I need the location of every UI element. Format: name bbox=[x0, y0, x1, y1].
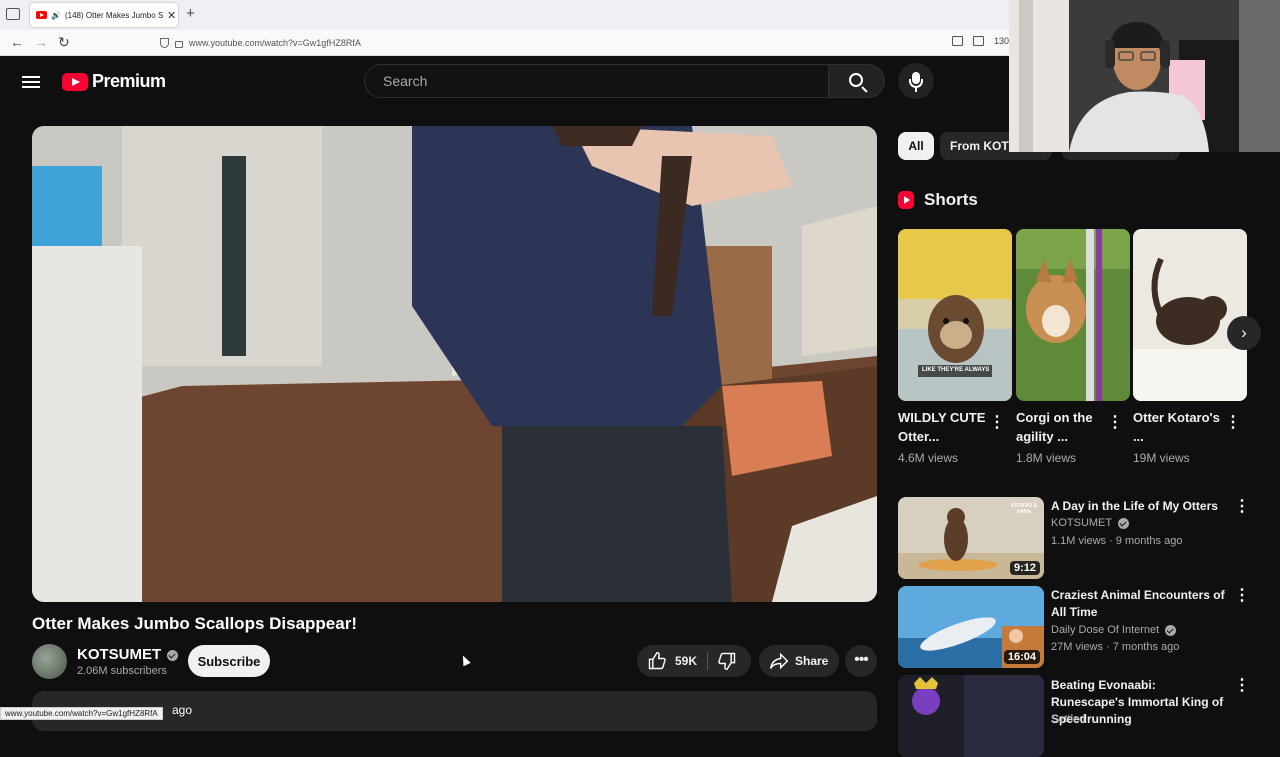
like-divider bbox=[707, 652, 708, 670]
related-thumb-text: KOTARO & HANA bbox=[1010, 503, 1038, 515]
webcam-image bbox=[1009, 0, 1280, 152]
share-icon bbox=[769, 652, 789, 670]
related-thumbnail-image bbox=[898, 675, 1044, 757]
description-text: ago bbox=[172, 703, 193, 717]
youtube-play-icon bbox=[62, 72, 88, 91]
search-box[interactable] bbox=[364, 64, 829, 98]
share-button[interactable]: Share bbox=[759, 645, 839, 677]
video-duration: 9:12 bbox=[1009, 561, 1040, 575]
short-thumbnail[interactable] bbox=[1016, 229, 1130, 401]
shield-icon[interactable] bbox=[160, 38, 169, 48]
verified-icon bbox=[167, 649, 179, 661]
browser-tab[interactable]: 🔊 (148) Otter Makes Jumbo S ✕ bbox=[30, 3, 178, 27]
related-options-icon[interactable]: ⋮ bbox=[1234, 678, 1250, 695]
mouse-cursor-icon bbox=[459, 653, 471, 667]
channel-name-text[interactable]: KOTSUMET bbox=[77, 646, 161, 663]
short-options-icon[interactable]: ⋮ bbox=[1225, 415, 1241, 432]
related-meta: 27M views · 7 months ago bbox=[1051, 641, 1180, 653]
channel-avatar[interactable] bbox=[32, 644, 67, 679]
shorts-icon bbox=[898, 191, 914, 209]
like-button[interactable]: 59K bbox=[647, 651, 697, 671]
related-thumbnail[interactable]: KOTARO & HANA 9:12 bbox=[898, 497, 1044, 579]
zoom-level[interactable]: 130 bbox=[994, 36, 1009, 46]
url-text[interactable]: www.youtube.com/watch?v=Gw1gfHZ8RfA bbox=[189, 38, 361, 48]
search-icon bbox=[849, 73, 863, 87]
lock-icon[interactable] bbox=[175, 41, 183, 48]
reload-icon[interactable]: ↻ bbox=[58, 34, 70, 51]
shorts-heading-text: Shorts bbox=[924, 190, 978, 209]
related-title[interactable]: Craziest Animal Encounters of All Time bbox=[1051, 587, 1226, 621]
related-options-icon[interactable]: ⋮ bbox=[1234, 588, 1250, 605]
subscriber-count: 2.06M subscribers bbox=[77, 665, 167, 677]
short-options-icon[interactable]: ⋮ bbox=[1107, 415, 1123, 432]
video-title: Otter Makes Jumbo Scallops Disappear! bbox=[32, 614, 357, 633]
shorts-next-button[interactable]: › bbox=[1227, 316, 1261, 350]
youtube-logo[interactable]: Premium bbox=[62, 71, 166, 92]
related-channel[interactable]: Daily Dose Of Internet bbox=[1051, 624, 1177, 636]
short-views: 4.6M views bbox=[898, 451, 959, 465]
like-dislike-bar: 59K bbox=[637, 645, 751, 677]
reader-view-icon[interactable] bbox=[973, 36, 984, 46]
address-bar[interactable]: www.youtube.com/watch?v=Gw1gfHZ8RfA bbox=[154, 33, 1004, 53]
youtube-favicon-icon bbox=[36, 11, 47, 19]
short-views: 1.8M views bbox=[1016, 451, 1077, 465]
voice-search-button[interactable] bbox=[898, 63, 934, 99]
menu-icon[interactable] bbox=[22, 73, 40, 89]
speaker-icon[interactable]: 🔊 bbox=[51, 11, 61, 20]
tab-list-icon[interactable] bbox=[6, 8, 20, 20]
picture-in-picture-icon[interactable] bbox=[952, 36, 963, 46]
short-thumbnail-image bbox=[898, 229, 1012, 401]
share-label: Share bbox=[795, 654, 829, 668]
microphone-base bbox=[915, 88, 917, 92]
dislike-button[interactable] bbox=[717, 651, 737, 676]
related-thumbnail[interactable] bbox=[898, 675, 1044, 757]
like-count: 59K bbox=[675, 654, 698, 668]
tab-title: (148) Otter Makes Jumbo S bbox=[64, 10, 163, 20]
short-thumbnail[interactable] bbox=[1133, 229, 1247, 401]
thumbs-down-icon bbox=[718, 652, 736, 671]
shorts-heading: Shorts bbox=[898, 190, 978, 210]
short-thumbnail[interactable]: LIKE THEY'RE ALWAYS bbox=[898, 229, 1012, 401]
short-options-icon[interactable]: ⋮ bbox=[989, 415, 1005, 432]
related-channel-text[interactable]: Daily Dose Of Internet bbox=[1051, 624, 1159, 636]
status-bar-url: www.youtube.com/watch?v=Gw1gfHZ8RfA bbox=[0, 707, 163, 720]
related-channel[interactable]: KOTSUMET bbox=[1051, 517, 1130, 529]
close-tab-icon[interactable]: ✕ bbox=[167, 9, 176, 22]
new-tab-button[interactable]: + bbox=[186, 5, 195, 22]
logo-text: Premium bbox=[92, 71, 166, 91]
forward-icon[interactable]: → bbox=[34, 34, 48, 50]
short-views: 19M views bbox=[1133, 451, 1190, 465]
browser-toolbar-right: 130 bbox=[952, 36, 1009, 46]
more-actions-button[interactable]: ••• bbox=[845, 645, 877, 677]
verified-icon bbox=[1165, 624, 1177, 636]
short-title[interactable]: Corgi on the agility ... bbox=[1016, 408, 1108, 446]
search-input[interactable] bbox=[381, 72, 828, 90]
related-channel-text[interactable]: KOTSUMET bbox=[1051, 517, 1112, 529]
video-player[interactable] bbox=[32, 126, 877, 602]
short-thumbnail-image bbox=[1133, 229, 1247, 401]
short-title[interactable]: WILDLY CUTE Otter... bbox=[898, 408, 990, 446]
back-icon[interactable]: ← bbox=[10, 34, 24, 50]
microphone-stand bbox=[909, 79, 923, 88]
chip-all[interactable]: All bbox=[898, 132, 934, 160]
webcam-overlay bbox=[1009, 0, 1280, 152]
related-thumbnail[interactable]: 16:04 bbox=[898, 586, 1044, 668]
video-frame bbox=[32, 126, 877, 602]
related-meta: 1.1M views · 9 months ago bbox=[1051, 535, 1183, 547]
verified-icon bbox=[1118, 517, 1130, 529]
search-button[interactable] bbox=[829, 64, 885, 98]
related-channel[interactable]: Settled bbox=[1051, 713, 1085, 725]
related-options-icon[interactable]: ⋮ bbox=[1234, 499, 1250, 516]
subscribe-button[interactable]: Subscribe bbox=[188, 645, 270, 677]
short-caption: LIKE THEY'RE ALWAYS bbox=[922, 367, 990, 373]
chevron-right-icon: › bbox=[1241, 323, 1247, 342]
short-thumbnail-image bbox=[1016, 229, 1130, 401]
video-duration: 16:04 bbox=[1003, 650, 1040, 664]
short-title[interactable]: Otter Kotaro's ... bbox=[1133, 408, 1225, 446]
channel-name[interactable]: KOTSUMET bbox=[77, 646, 179, 663]
thumbs-up-icon bbox=[648, 651, 666, 670]
related-title[interactable]: A Day in the Life of My Otters bbox=[1051, 498, 1226, 515]
